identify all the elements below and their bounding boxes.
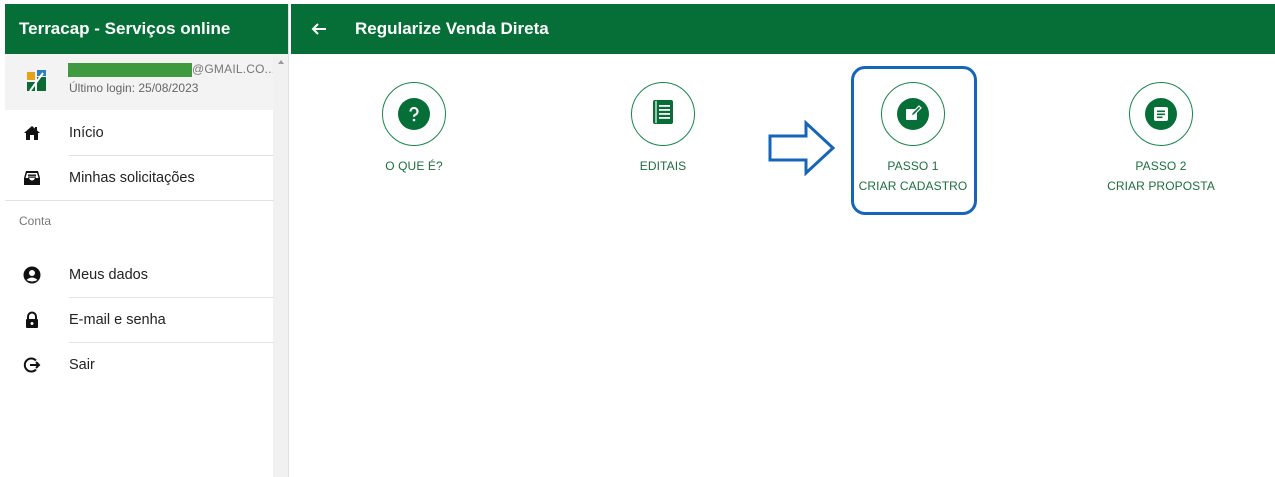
divider xyxy=(5,200,274,201)
question-icon xyxy=(398,98,430,130)
card-circle xyxy=(631,82,695,146)
card-editais[interactable]: EDITAIS xyxy=(573,82,753,176)
terracap-logo-icon xyxy=(27,70,46,92)
card-label: EDITAIS xyxy=(573,156,753,176)
sidebar-scrollbar[interactable] xyxy=(273,54,288,477)
sidebar-item-label: E-mail e senha xyxy=(69,312,166,328)
user-panel: @GMAIL.CO... Último login: 25/08/2023 xyxy=(5,54,288,110)
card-label-line2: CRIAR PROPOSTA xyxy=(1107,179,1215,193)
user-email: @GMAIL.CO... xyxy=(192,62,276,76)
sidebar-item-label: Meus dados xyxy=(69,267,148,283)
card-o-que-e[interactable]: O QUE É? xyxy=(324,82,504,176)
page-title: Regularize Venda Direta xyxy=(355,19,549,38)
home-icon xyxy=(23,124,41,142)
account-circle-icon xyxy=(23,266,41,284)
last-login: Último login: 25/08/2023 xyxy=(69,81,199,95)
inbox-icon xyxy=(23,169,41,187)
card-circle xyxy=(382,82,446,146)
section-label-conta: Conta xyxy=(19,214,52,228)
sidebar: Terracap - Serviços online @GMAIL.CO... … xyxy=(5,4,289,477)
sidebar-item-minhas-solicitacoes[interactable]: Minhas solicitações xyxy=(5,156,274,200)
back-arrow-icon[interactable] xyxy=(309,19,329,39)
card-circle xyxy=(1129,82,1193,146)
card-label-line1: PASSO 2 xyxy=(1135,159,1187,173)
document-icon xyxy=(1145,98,1177,130)
book-icon xyxy=(651,99,675,130)
card-label-line1: EDITAIS xyxy=(639,159,687,173)
sidebar-item-email-senha[interactable]: E-mail e senha xyxy=(5,298,274,342)
redacted-email xyxy=(68,63,192,77)
card-passo-2[interactable]: PASSO 2 CRIAR PROPOSTA xyxy=(1071,82,1251,196)
sidebar-item-label: Início xyxy=(69,125,104,141)
card-label: O QUE É? xyxy=(324,156,504,176)
sidebar-item-sair[interactable]: Sair xyxy=(5,343,274,387)
sidebar-item-meus-dados[interactable]: Meus dados xyxy=(5,253,274,297)
card-label: PASSO 2 CRIAR PROPOSTA xyxy=(1071,156,1251,196)
lock-icon xyxy=(23,311,41,329)
sidebar-item-inicio[interactable]: Início xyxy=(5,111,274,155)
sidebar-item-label: Minhas solicitações xyxy=(69,170,195,186)
top-app-bar: Regularize Venda Direta xyxy=(291,4,1275,54)
card-label-line1: O QUE É? xyxy=(385,159,443,173)
logout-icon xyxy=(23,356,41,374)
sidebar-item-label: Sair xyxy=(69,357,95,373)
app-title: Terracap - Serviços online xyxy=(5,4,288,54)
scroll-up-icon[interactable] xyxy=(278,60,284,64)
step1-highlight-box xyxy=(851,66,977,215)
